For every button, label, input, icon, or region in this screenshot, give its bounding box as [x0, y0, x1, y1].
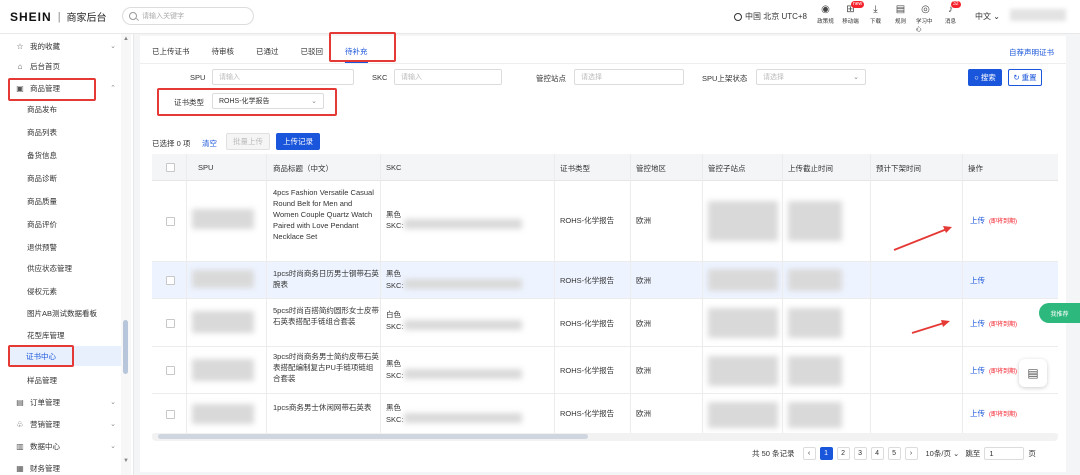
annotation-arrows	[893, 226, 952, 334]
annotation-arrow-line	[911, 322, 945, 334]
annotation-arrowhead	[941, 320, 950, 327]
notes-float-button[interactable]: ▤	[1019, 359, 1047, 387]
recommend-float-button[interactable]: 我推荐	[1039, 303, 1080, 323]
annotation-arrow-line	[893, 228, 948, 251]
recommend-float-label: 我推荐	[1050, 311, 1069, 318]
document-icon: ▤	[1027, 366, 1039, 380]
